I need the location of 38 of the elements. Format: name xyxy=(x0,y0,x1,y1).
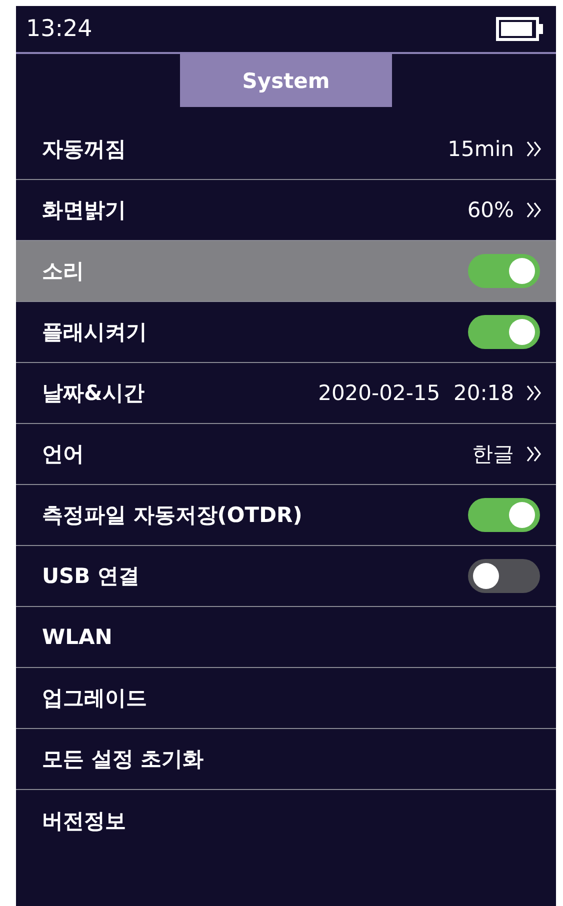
settings-row[interactable]: 업그레이드 xyxy=(16,668,556,729)
settings-row[interactable]: 버전정보 xyxy=(16,790,556,851)
settings-row[interactable]: 소리 xyxy=(16,241,556,302)
setting-label: USB 연결 xyxy=(42,563,140,590)
setting-label: 소리 xyxy=(42,258,85,285)
setting-label: 화면밝기 xyxy=(42,197,127,224)
double-chevron-icon xyxy=(526,445,542,463)
setting-value: 한글 xyxy=(472,441,514,468)
settings-row[interactable]: 측정파일 자동저장(OTDR) xyxy=(16,485,556,546)
toggle-switch[interactable] xyxy=(468,254,540,288)
setting-label: 업그레이드 xyxy=(42,685,148,712)
settings-row[interactable]: 자동꺼짐 15min xyxy=(16,119,556,180)
clock-time: 13:24 xyxy=(26,16,92,42)
toggle-switch[interactable] xyxy=(468,315,540,349)
setting-label: 버전정보 xyxy=(42,808,127,834)
setting-label: WLAN xyxy=(42,625,114,649)
settings-row[interactable]: 플래시켜기 xyxy=(16,302,556,363)
settings-row[interactable]: 언어 한글 xyxy=(16,424,556,485)
setting-label: 자동꺼짐 xyxy=(42,136,127,163)
double-chevron-icon xyxy=(526,140,542,158)
setting-label: 플래시켜기 xyxy=(42,319,148,346)
settings-row[interactable]: 모든 설정 초기화 xyxy=(16,729,556,790)
setting-label: 언어 xyxy=(42,441,85,468)
toggle-switch[interactable] xyxy=(468,498,540,532)
setting-value: 60% xyxy=(467,198,514,222)
double-chevron-icon xyxy=(526,384,542,402)
setting-label: 측정파일 자동저장(OTDR) xyxy=(42,502,304,529)
tab[interactable]: System xyxy=(180,54,392,107)
settings-row[interactable]: WLAN xyxy=(16,607,556,668)
setting-value: 15min xyxy=(448,137,514,161)
double-chevron-icon xyxy=(526,201,542,219)
settings-row[interactable]: USB 연결 xyxy=(16,546,556,607)
battery-icon xyxy=(496,17,544,41)
toggle-switch[interactable] xyxy=(468,559,540,593)
setting-label: 날짜&시간 xyxy=(42,380,146,407)
setting-label: 모든 설정 초기화 xyxy=(42,746,205,773)
setting-value: 2020-02-15 20:18 xyxy=(318,381,514,405)
settings-row[interactable]: 날짜&시간 2020-02-15 20:18 xyxy=(16,363,556,424)
